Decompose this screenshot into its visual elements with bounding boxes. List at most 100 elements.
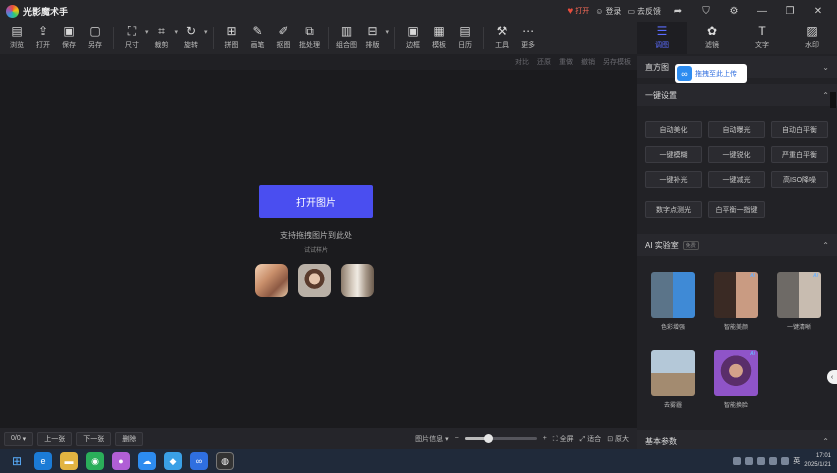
ai-face-swap-card[interactable]: Ai 智能换脸 — [714, 350, 758, 409]
tool-batch-button[interactable]: ⧉ 批处理 — [297, 22, 323, 50]
app-icon[interactable]: ◆ — [164, 452, 182, 470]
cloud-icon[interactable]: ☁ — [138, 452, 156, 470]
tray-icon[interactable] — [757, 457, 766, 465]
close-button[interactable]: ✕ — [807, 6, 829, 17]
white-balance-picker-button[interactable]: 白平衡一指键 — [708, 201, 765, 218]
input-method-indicator[interactable]: 英 — [793, 456, 800, 466]
delete-button[interactable]: 删除 — [115, 431, 144, 446]
tool-combine-button[interactable]: ▥ 组合图 — [334, 22, 360, 50]
restore-original-button[interactable]: 还原 — [537, 57, 551, 67]
settings-icon[interactable]: ⚙ — [723, 6, 745, 17]
quick-settings-header[interactable]: 一键设置 ⌃ — [637, 84, 837, 106]
tool-cutout-button[interactable]: ✐ 抠图 — [271, 22, 297, 50]
chevron-left-icon[interactable]: ‹ — [827, 370, 837, 384]
wifi-icon[interactable] — [769, 457, 778, 465]
tool-layout-button[interactable]: ⊟ 排版 — [360, 22, 386, 50]
zoom-in-icon[interactable]: + — [543, 435, 547, 442]
reduce-light-button[interactable]: 一键减光 — [708, 171, 765, 188]
tool-rotate-button[interactable]: ↻ 旋转 — [178, 22, 204, 50]
original-size-button[interactable]: ⊡ 原大 — [607, 434, 629, 444]
chevron-down-icon[interactable]: ▾ — [204, 28, 208, 36]
tool-brush-button[interactable]: ✎ 画笔 — [245, 22, 271, 50]
baidu-netdisk-icon[interactable]: ∞ — [190, 452, 208, 470]
zoom-slider[interactable] — [464, 434, 537, 443]
tool-save-as-button[interactable]: ▢ 另存 — [82, 22, 108, 50]
save-as-icon: ▢ — [89, 24, 101, 38]
prev-image-button[interactable]: 上一张 — [37, 431, 73, 446]
shirt-icon[interactable]: ⛉ — [695, 6, 717, 17]
tab-text[interactable]: T 文字 — [737, 22, 787, 54]
fit-window-button[interactable]: ⤢ 适合 — [580, 434, 602, 444]
ai-color-enhance-card[interactable]: 色彩增强 — [651, 272, 695, 331]
clock[interactable]: 17:01 2025/1/21 — [804, 452, 831, 470]
tool-more-button[interactable]: ⋯ 更多 — [515, 22, 541, 50]
ai-beauty-card[interactable]: Ai 智能美颜 — [714, 272, 758, 331]
strict-white-balance-button[interactable]: 严重白平衡 — [771, 146, 828, 163]
fullscreen-button[interactable]: ⛶ 全屏 — [553, 434, 574, 444]
restore-button[interactable]: ❐ — [779, 6, 801, 17]
tab-filter[interactable]: ✿ 滤镜 — [687, 22, 737, 54]
minimize-button[interactable]: — — [751, 6, 773, 17]
filter-icon: ✿ — [706, 24, 718, 38]
app-icon[interactable]: ● — [112, 452, 130, 470]
ai-card-image — [651, 350, 695, 396]
tab-watermark[interactable]: ▨ 水印 — [787, 22, 837, 54]
file-explorer-icon[interactable]: ▬ — [60, 452, 78, 470]
spot-metering-button[interactable]: 数字点测光 — [645, 201, 702, 218]
tool-calendar-button[interactable]: ▤ 日历 — [452, 22, 478, 50]
login-button[interactable]: ☺ 登录 — [595, 6, 621, 17]
sample-image-1[interactable] — [255, 264, 288, 297]
tool-frame-button[interactable]: ▣ 边框 — [400, 22, 426, 50]
open-image-button[interactable]: 打开图片 — [259, 185, 373, 218]
page-indicator[interactable]: 0/0 ▾ — [4, 431, 34, 446]
sample-image-2[interactable] — [298, 264, 331, 297]
high-iso-denoise-button[interactable]: 高ISO降噪 — [771, 171, 828, 188]
share-icon[interactable]: ➦ — [667, 6, 689, 17]
auto-white-balance-button[interactable]: 自动白平衡 — [771, 121, 828, 138]
tool-resize-button[interactable]: ⛶ 尺寸 — [119, 22, 145, 50]
basic-params-header[interactable]: 基本参数 ⌃ — [637, 430, 837, 449]
save-template-button[interactable]: 另存模板 — [603, 57, 631, 67]
try-sample-link[interactable]: 试试样片 — [270, 245, 362, 254]
auto-exposure-button[interactable]: 自动曝光 — [708, 121, 765, 138]
open-promo-button[interactable]: ♥ 打开 — [567, 6, 589, 17]
tab-adjust[interactable]: ☰ 调图 — [637, 22, 687, 54]
chevron-down-icon[interactable]: ▾ — [386, 28, 390, 36]
one-click-blur-button[interactable]: 一键模糊 — [645, 146, 702, 163]
panel-collapse-handle[interactable] — [830, 92, 836, 108]
image-info-button[interactable]: 图片信息 ▾ — [415, 434, 448, 444]
feedback-button[interactable]: ▭ 去反馈 — [627, 6, 661, 17]
fill-light-button[interactable]: 一键补光 — [645, 171, 702, 188]
auto-beautify-button[interactable]: 自动美化 — [645, 121, 702, 138]
photo-editor-taskbar-icon[interactable]: ◍ — [216, 452, 234, 470]
one-click-sharpen-button[interactable]: 一键锐化 — [708, 146, 765, 163]
undo-button[interactable]: 撤销 — [581, 57, 595, 67]
zoom-out-icon[interactable]: − — [455, 435, 459, 442]
tool-crop-button[interactable]: ⌗ 裁剪 — [149, 22, 175, 50]
drag-upload-button[interactable]: ∞ 拖拽至此上传 — [675, 64, 747, 83]
tool-save-button[interactable]: ▣ 保存 — [56, 22, 82, 50]
chevron-down-icon: ⌄ — [822, 62, 829, 72]
zoom-slider-knob[interactable] — [483, 434, 493, 443]
edge-icon[interactable]: e — [34, 452, 52, 470]
tool-open-button[interactable]: ⇪ 打开 — [30, 22, 56, 50]
ai-lab-header[interactable]: AI 实验室 免费 ⌃ — [637, 234, 837, 256]
sample-image-3[interactable] — [341, 264, 374, 297]
open-icon: ⇪ — [37, 24, 49, 38]
volume-icon[interactable] — [781, 457, 790, 465]
windows-start-icon[interactable]: ⊞ — [8, 452, 26, 470]
ai-clarify-card[interactable]: Ai 一键清晰 — [777, 272, 821, 331]
compare-button[interactable]: 对比 — [515, 57, 529, 67]
next-image-button[interactable]: 下一张 — [76, 431, 112, 446]
heart-icon: ♥ — [567, 5, 574, 17]
tray-icon[interactable] — [745, 457, 754, 465]
tray-icon[interactable] — [733, 457, 742, 465]
redo-button[interactable]: 重做 — [559, 57, 573, 67]
tool-template-button[interactable]: ▦ 模板 — [426, 22, 452, 50]
tool-tools-button[interactable]: ⚒ 工具 — [489, 22, 515, 50]
more-icon: ⋯ — [522, 24, 535, 38]
tool-browse-button[interactable]: ▤ 浏览 — [4, 22, 30, 50]
wechat-icon[interactable]: ◉ — [86, 452, 104, 470]
tool-collage-button[interactable]: ⊞ 拼图 — [219, 22, 245, 50]
ai-dehaze-card[interactable]: 去雾霾 — [651, 350, 695, 409]
